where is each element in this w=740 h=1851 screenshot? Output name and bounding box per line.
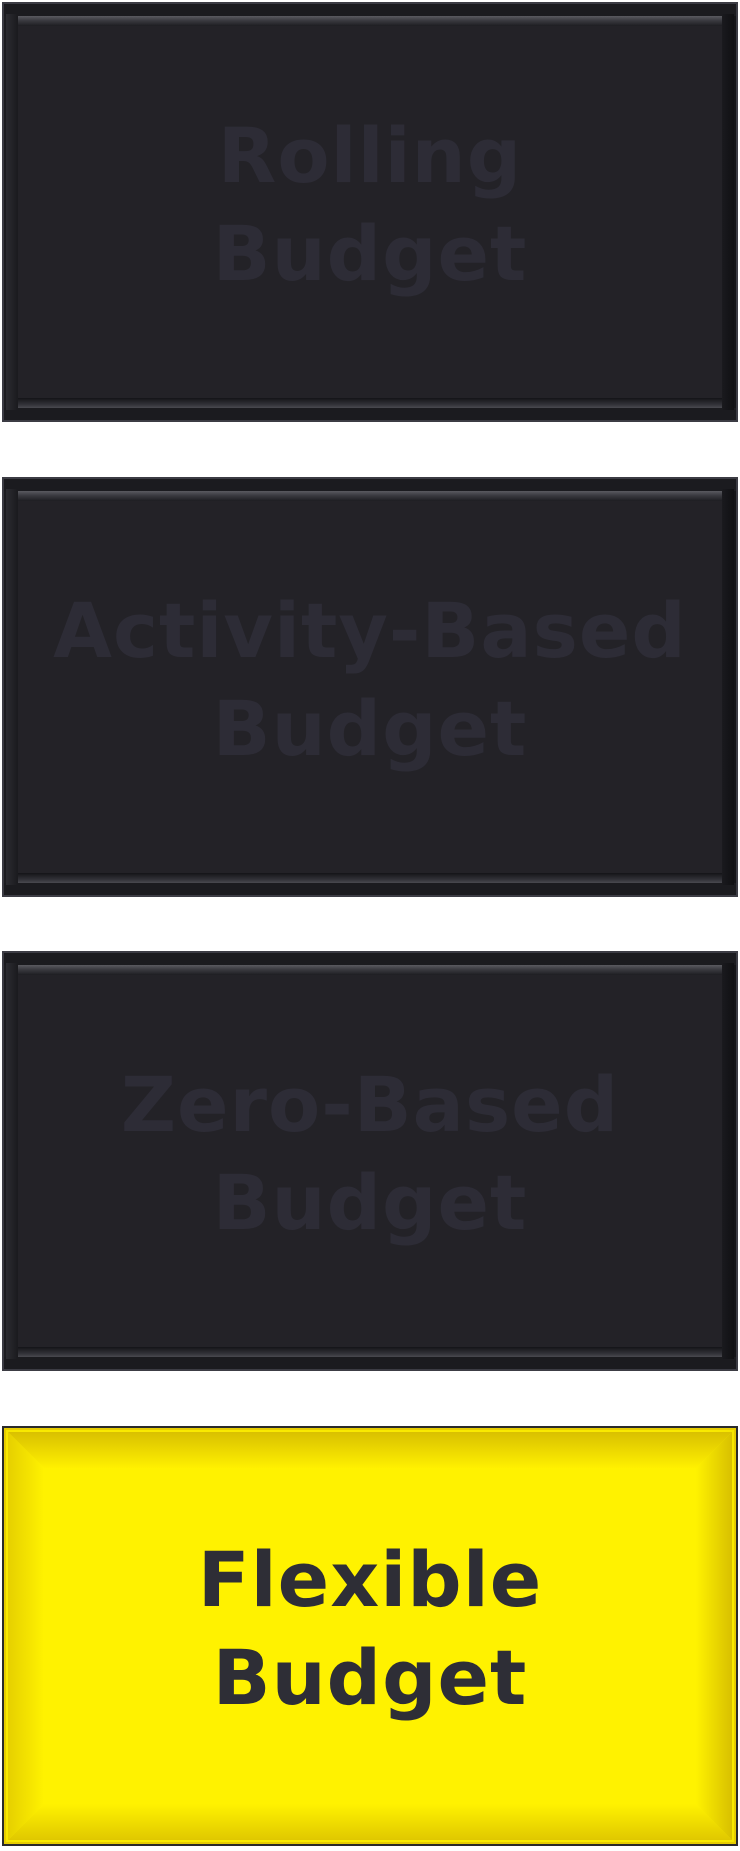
tile-bevel <box>722 14 734 410</box>
tile-bevel <box>722 489 734 885</box>
tile-bevel <box>6 14 18 410</box>
tile-bevel <box>18 965 722 975</box>
option-zero-based-budget[interactable]: Zero-Based Budget <box>2 951 738 1371</box>
tile-bevel <box>8 1804 732 1840</box>
tile-bevel <box>696 1432 732 1840</box>
tile-bevel <box>8 1432 732 1468</box>
option-label: Zero-Based Budget <box>121 1056 619 1252</box>
option-label-line: Activity-Based <box>53 586 687 675</box>
tile-bevel <box>6 963 18 1359</box>
option-label-line: Budget <box>212 209 528 298</box>
tile-bevel <box>722 963 734 1359</box>
tile-bevel <box>18 1347 722 1357</box>
option-label-line: Budget <box>212 684 528 773</box>
option-label: Rolling Budget <box>213 107 528 303</box>
tile-bevel <box>8 1432 44 1840</box>
option-flexible-budget[interactable]: Flexible Budget <box>2 1426 738 1846</box>
tile-bevel <box>18 873 722 883</box>
option-activity-based-budget[interactable]: Activity-Based Budget <box>2 477 738 897</box>
tile-bevel <box>6 489 18 885</box>
tile-bevel <box>18 491 722 501</box>
tile-bevel <box>18 398 722 408</box>
option-label-line: Zero-Based <box>120 1060 620 1149</box>
option-label-line: Rolling <box>217 111 523 200</box>
option-label: Activity-Based Budget <box>53 582 687 778</box>
option-label-line: Flexible <box>197 1535 543 1624</box>
tile-bevel <box>18 16 722 26</box>
option-label: Flexible Budget <box>198 1531 543 1727</box>
option-label-line: Budget <box>212 1633 528 1722</box>
option-rolling-budget[interactable]: Rolling Budget <box>2 2 738 422</box>
option-label-line: Budget <box>212 1158 528 1247</box>
